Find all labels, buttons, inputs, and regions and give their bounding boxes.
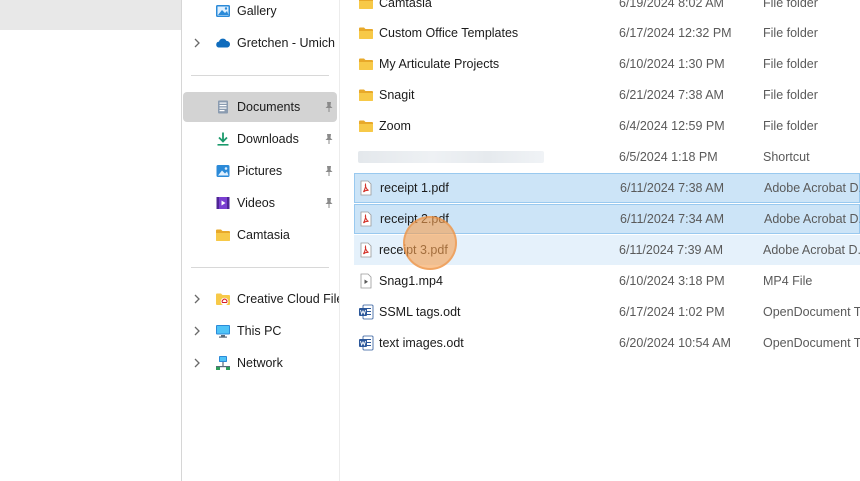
file-row-my-articulate-projects[interactable]: My Articulate Projects 6/10/2024 1:30 PM…: [354, 49, 860, 79]
file-row-camtasia[interactable]: Camtasia 6/19/2024 8:02 AM File folder: [354, 0, 860, 18]
nav-item-label: Gretchen - Umich: [237, 36, 335, 50]
file-name: Custom Office Templates: [379, 26, 519, 40]
pin-icon[interactable]: [323, 165, 335, 177]
pdf-icon: [360, 242, 372, 258]
nav-item-label: Camtasia: [237, 228, 290, 242]
file-date-modified: 6/4/2024 12:59 PM: [619, 119, 725, 133]
nav-item-this-pc[interactable]: This PC: [183, 316, 337, 346]
file-date-modified: 6/11/2024 7:38 AM: [620, 181, 725, 195]
file-date-modified: 6/21/2024 7:38 AM: [619, 88, 724, 102]
file-date-modified: 6/11/2024 7:39 AM: [619, 243, 724, 257]
nav-item-label: Videos: [237, 196, 275, 210]
folder-icon: [359, 89, 373, 101]
nav-item-label: Documents: [237, 100, 301, 114]
creative-cloud-icon: [216, 293, 230, 306]
video-file-icon: [360, 273, 372, 289]
file-type: File folder: [763, 57, 818, 71]
file-type: File folder: [763, 88, 818, 102]
this-pc-icon: [216, 325, 230, 338]
file-date-modified: 6/10/2024 1:30 PM: [619, 57, 725, 71]
nav-item-gallery[interactable]: Gallery: [183, 0, 337, 26]
file-date-modified: 6/20/2024 10:54 AM: [619, 336, 731, 350]
folder-icon: [216, 229, 230, 241]
nav-item-camtasia[interactable]: Camtasia: [183, 220, 337, 250]
nav-item-videos[interactable]: Videos: [183, 188, 337, 218]
file-type: Adobe Acrobat D...: [764, 181, 860, 195]
file-name: receipt 1.pdf: [380, 181, 449, 195]
file-name: Camtasia: [379, 0, 432, 10]
documents-icon: [218, 100, 228, 114]
chevron-right-icon[interactable]: [191, 357, 203, 369]
file-date-modified: 6/17/2024 12:32 PM: [619, 26, 732, 40]
onedrive-cloud-icon: [216, 38, 231, 48]
file-type: Adobe Acrobat D...: [764, 212, 860, 226]
nav-item-pictures[interactable]: Pictures: [183, 156, 337, 186]
file-date-modified: 6/17/2024 1:02 PM: [619, 305, 725, 319]
file-type: File folder: [763, 119, 818, 133]
file-name: My Articulate Projects: [379, 57, 500, 71]
nav-item-label: Pictures: [237, 164, 283, 178]
nav-item-onedrive[interactable]: Gretchen - Umich: [183, 28, 337, 58]
folder-icon: [359, 0, 373, 9]
file-row-ssml-tags[interactable]: SSML tags.odt 6/17/2024 1:02 PM OpenDocu…: [354, 297, 860, 327]
nav-separator: [191, 75, 329, 76]
pin-icon[interactable]: [323, 197, 335, 209]
folder-icon: [359, 27, 373, 39]
file-type: File folder: [763, 26, 818, 40]
chevron-right-icon[interactable]: [191, 37, 203, 49]
file-type: MP4 File: [763, 274, 813, 288]
network-icon: [216, 356, 230, 370]
gallery-icon: [216, 5, 230, 17]
folder-icon: [359, 120, 373, 132]
nav-item-label: Downloads: [237, 132, 299, 146]
nav-item-label: Gallery: [237, 4, 277, 18]
nav-item-label: Creative Cloud Files: [237, 292, 350, 306]
file-name: Zoom: [379, 119, 411, 133]
file-date-modified: 6/19/2024 8:02 AM: [619, 0, 724, 10]
file-type: OpenDocument T...: [763, 336, 860, 350]
file-type: Adobe Acrobat D...: [763, 243, 860, 257]
word-doc-icon: [359, 304, 374, 320]
desktop-title-strip: [0, 0, 182, 30]
click-highlight-marker: [403, 216, 457, 270]
file-date-modified: 6/11/2024 7:34 AM: [620, 212, 725, 226]
nav-item-documents[interactable]: Documents: [183, 92, 337, 122]
nav-item-label: Network: [237, 356, 283, 370]
videos-icon: [216, 197, 230, 209]
file-row-snag1-mp4[interactable]: Snag1.mp4 6/10/2024 3:18 PM MP4 File: [354, 266, 860, 296]
nav-item-creative-cloud[interactable]: Creative Cloud Files: [183, 284, 350, 314]
file-type: Shortcut: [763, 150, 810, 164]
pin-icon[interactable]: [323, 101, 335, 113]
file-name: Snag1.mp4: [379, 274, 443, 288]
file-date-modified: 6/10/2024 3:18 PM: [619, 274, 725, 288]
navigation-pane: Gallery Gretchen - Umich Documents Downl…: [182, 0, 350, 481]
folder-icon: [359, 58, 373, 70]
pdf-icon: [360, 180, 372, 196]
file-type: File folder: [763, 0, 818, 10]
pin-icon[interactable]: [323, 133, 335, 145]
download-arrow-icon: [217, 132, 229, 146]
file-row-snagit[interactable]: Snagit 6/21/2024 7:38 AM File folder: [354, 80, 860, 110]
pictures-icon: [216, 165, 230, 177]
desktop-background: [0, 0, 182, 481]
file-row-zoom[interactable]: Zoom 6/4/2024 12:59 PM File folder: [354, 111, 860, 141]
file-date-modified: 6/5/2024 1:18 PM: [619, 150, 718, 164]
chevron-right-icon[interactable]: [191, 325, 203, 337]
pdf-icon: [360, 211, 372, 227]
chevron-right-icon[interactable]: [191, 293, 203, 305]
file-row-custom-office-templates[interactable]: Custom Office Templates 6/17/2024 12:32 …: [354, 18, 860, 48]
blurred-file-name: [358, 151, 544, 163]
nav-item-downloads[interactable]: Downloads: [183, 124, 337, 154]
word-doc-icon: [359, 335, 374, 351]
nav-separator: [191, 267, 329, 268]
file-name: text images.odt: [379, 336, 464, 350]
nav-item-label: This PC: [237, 324, 282, 338]
file-row-receipt-1[interactable]: receipt 1.pdf 6/11/2024 7:38 AM Adobe Ac…: [354, 173, 860, 203]
file-row-text-images[interactable]: text images.odt 6/20/2024 10:54 AM OpenD…: [354, 328, 860, 358]
nav-item-network[interactable]: Network: [183, 348, 337, 378]
file-name: Snagit: [379, 88, 415, 102]
file-type: OpenDocument T...: [763, 305, 860, 319]
file-row-shortcut[interactable]: 6/5/2024 1:18 PM Shortcut: [354, 142, 860, 172]
file-name: SSML tags.odt: [379, 305, 461, 319]
